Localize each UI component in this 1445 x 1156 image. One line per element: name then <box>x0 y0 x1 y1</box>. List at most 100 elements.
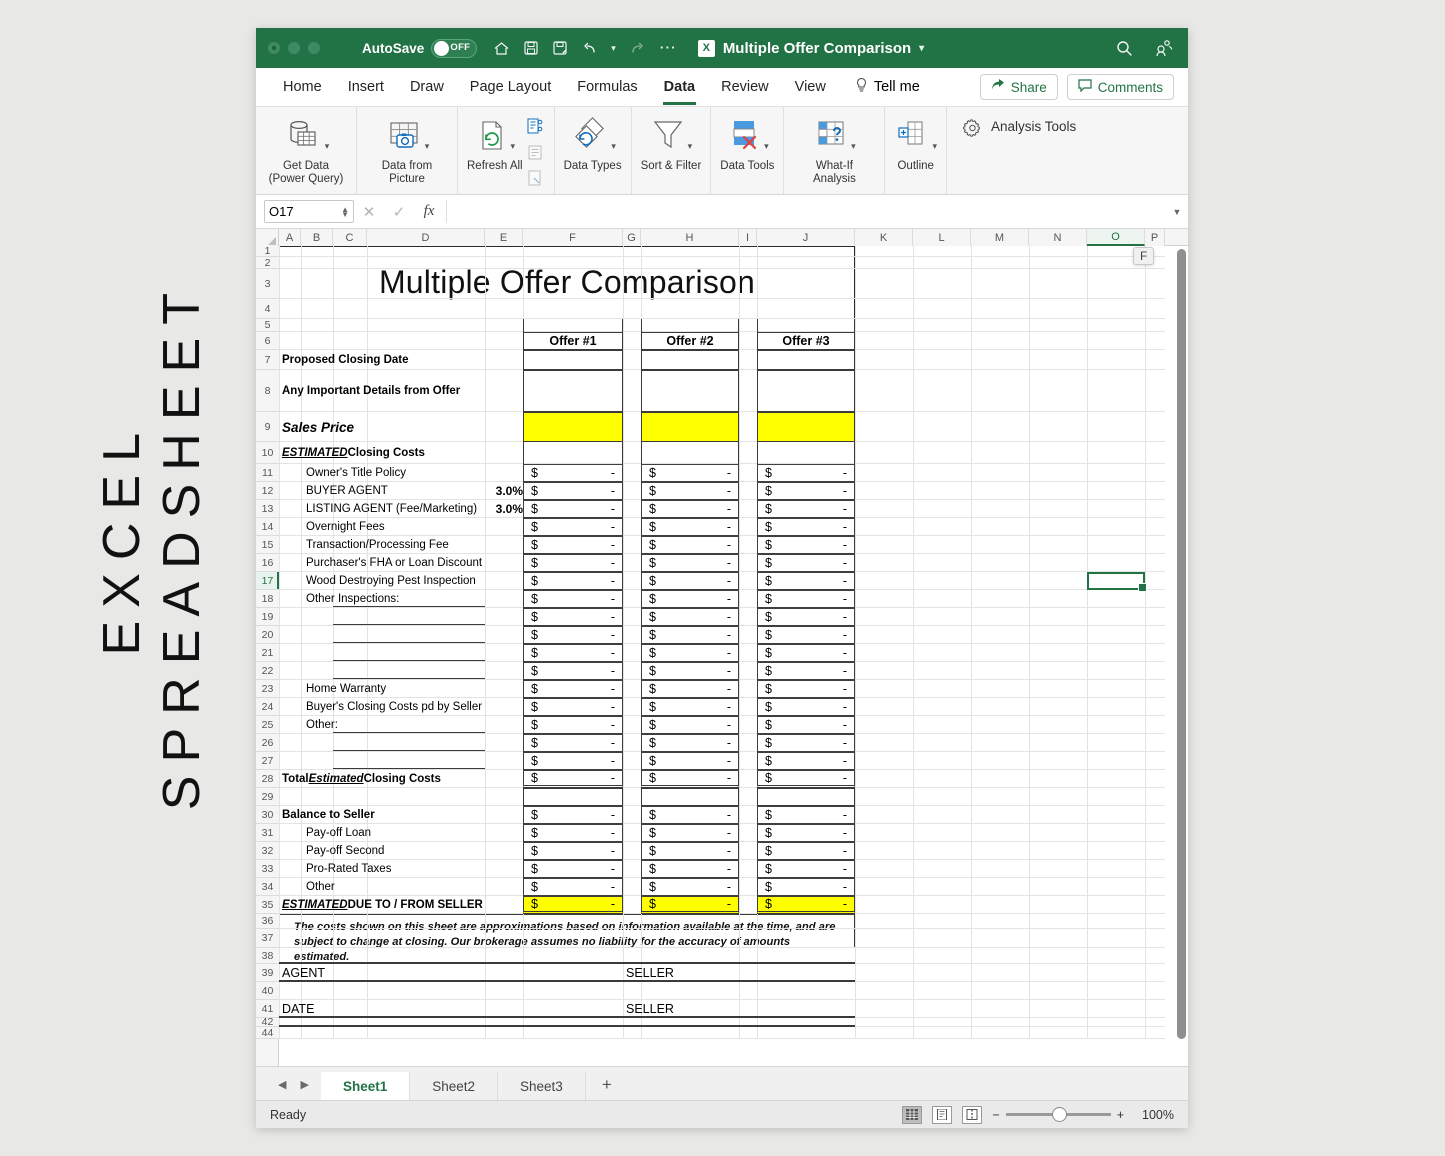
label-seller-2[interactable]: SELLER <box>623 1000 855 1018</box>
offer1-amount-row19[interactable]: $- <box>523 608 623 626</box>
offer2-amount-row13[interactable]: $- <box>641 500 739 518</box>
offer1-amount-row22[interactable]: $- <box>523 662 623 680</box>
close-button[interactable] <box>268 42 280 54</box>
offer2-amount-row20[interactable]: $- <box>641 626 739 644</box>
offer3-amount-row24[interactable]: $- <box>757 698 855 716</box>
offer2-amount-row24[interactable]: $- <box>641 698 739 716</box>
row-header-10[interactable]: 10 <box>256 442 279 464</box>
offer1-amount-row17[interactable]: $- <box>523 572 623 590</box>
offer3-amount-row18[interactable]: $- <box>757 590 855 608</box>
offer3-amount-row23[interactable]: $- <box>757 680 855 698</box>
row-header-23[interactable]: 23 <box>256 680 279 698</box>
balance-label-row34[interactable]: Other <box>301 878 485 896</box>
row-header-33[interactable]: 33 <box>256 860 279 878</box>
ribbon-group-analysis-tools[interactable]: Analysis Tools <box>947 107 1188 194</box>
zoom-slider[interactable]: − + <box>992 1108 1124 1122</box>
offer2-amount-row28[interactable]: $- <box>641 770 739 788</box>
offer1-row8-input[interactable] <box>523 370 623 412</box>
row-header-9[interactable]: 9 <box>256 412 279 442</box>
offer3-amount-row12[interactable]: $- <box>757 482 855 500</box>
row-header-22[interactable]: 22 <box>256 662 279 680</box>
offer3-sales-price-input[interactable] <box>757 412 855 442</box>
chevron-down-icon[interactable]: ▾ <box>932 141 937 152</box>
offer2-amount-row19[interactable]: $- <box>641 608 739 626</box>
window-controls[interactable] <box>268 42 320 54</box>
column-header-K[interactable]: K <box>855 229 913 246</box>
offer3-amount-row32[interactable]: $- <box>757 842 855 860</box>
column-header-O[interactable]: O <box>1087 229 1145 246</box>
row-header-31[interactable]: 31 <box>256 824 279 842</box>
home-icon[interactable] <box>493 40 510 57</box>
autosave-toggle[interactable]: OFF <box>431 39 477 58</box>
offer3-amount-row21[interactable]: $- <box>757 644 855 662</box>
maximize-button[interactable] <box>308 42 320 54</box>
offer3-amount-row27[interactable]: $- <box>757 752 855 770</box>
offer1-row29-cell[interactable] <box>523 788 623 806</box>
offer1-amount-row34[interactable]: $- <box>523 878 623 896</box>
label-total-estimated-closing-costs[interactable]: Total Estimated Closing Costs <box>279 770 485 788</box>
offer2-amount-row21[interactable]: $- <box>641 644 739 662</box>
tab-data[interactable]: Data <box>651 68 708 107</box>
offer2-amount-row25[interactable]: $- <box>641 716 739 734</box>
offer2-amount-row18[interactable]: $- <box>641 590 739 608</box>
spreadsheet-grid[interactable]: ABCDEFGHIJKLMNOP 12345678910111213141516… <box>256 229 1188 1066</box>
cost-label-row13[interactable]: LISTING AGENT (Fee/Marketing) <box>301 500 485 518</box>
column-header-N[interactable]: N <box>1029 229 1087 246</box>
sheet-tab-sheet1[interactable]: Sheet1 <box>321 1072 410 1100</box>
zoom-out-button[interactable]: − <box>992 1108 999 1122</box>
label-proposed-closing-date[interactable]: Proposed Closing Date <box>279 350 485 370</box>
row-header-18[interactable]: 18 <box>256 590 279 608</box>
vertical-scrollbar[interactable] <box>1177 249 1186 1039</box>
label-date[interactable]: DATE <box>279 1000 623 1018</box>
tab-view[interactable]: View <box>782 68 839 107</box>
offer2-sales-price-input[interactable] <box>641 412 739 442</box>
cost-label-row12[interactable]: BUYER AGENT <box>301 482 485 500</box>
offer1-amount-row32[interactable]: $- <box>523 842 623 860</box>
ribbon-group-outline[interactable]: ▾ Outline <box>885 107 947 194</box>
offer3-amount-row31[interactable]: $- <box>757 824 855 842</box>
row-header-21[interactable]: 21 <box>256 644 279 662</box>
row-header-11[interactable]: 11 <box>256 464 279 482</box>
column-header-P[interactable]: P <box>1145 229 1165 246</box>
offer1-amount-row18[interactable]: $- <box>523 590 623 608</box>
save-icon[interactable] <box>523 40 539 56</box>
offer2-amount-row22[interactable]: $- <box>641 662 739 680</box>
tab-insert[interactable]: Insert <box>335 68 397 107</box>
tab-formulas[interactable]: Formulas <box>564 68 650 107</box>
row-header-36[interactable]: 36 <box>256 914 279 929</box>
disclaimer-cell[interactable]: The costs shown on this sheet are approx… <box>279 914 855 948</box>
tell-me-search[interactable]: Tell me <box>839 77 920 97</box>
column-header-C[interactable]: C <box>333 229 367 246</box>
formula-expand-icon[interactable]: ▼ <box>1166 207 1188 217</box>
comments-button[interactable]: Comments <box>1067 74 1174 100</box>
label-estimated-closing-costs[interactable]: ESTIMATED Closing Costs <box>279 442 485 464</box>
share-user-icon[interactable] <box>1155 39 1174 57</box>
column-header-G[interactable]: G <box>623 229 641 246</box>
cost-label-row23[interactable]: Home Warranty <box>301 680 485 698</box>
offer1-sales-price-input[interactable] <box>523 412 623 442</box>
row-header-16[interactable]: 16 <box>256 554 279 572</box>
row-header-13[interactable]: 13 <box>256 500 279 518</box>
cost-label-row17[interactable]: Wood Destroying Pest Inspection <box>301 572 485 590</box>
queries-connections-icon[interactable] <box>525 117 545 141</box>
offer1-amount-row12[interactable]: $- <box>523 482 623 500</box>
offer1-amount-row27[interactable]: $- <box>523 752 623 770</box>
offer2-amount-row32[interactable]: $- <box>641 842 739 860</box>
edit-links-icon[interactable] <box>525 169 545 193</box>
row-header-12[interactable]: 12 <box>256 482 279 500</box>
column-header-I[interactable]: I <box>739 229 757 246</box>
tab-home[interactable]: Home <box>270 68 335 107</box>
row-header-34[interactable]: 34 <box>256 878 279 896</box>
sheet-tab-sheet3[interactable]: Sheet3 <box>498 1072 586 1100</box>
row-header-15[interactable]: 15 <box>256 536 279 554</box>
row-header-7[interactable]: 7 <box>256 350 279 370</box>
balance-label-row33[interactable]: Pro-Rated Taxes <box>301 860 485 878</box>
offer3-amount-row22[interactable]: $- <box>757 662 855 680</box>
label-any-important-details[interactable]: Any Important Details from Offer <box>279 370 485 412</box>
ribbon-group-data-tools[interactable]: ▾ Data Tools <box>711 107 784 194</box>
chevron-down-icon[interactable]: ▾ <box>688 141 693 152</box>
offer2-row29-cell[interactable] <box>641 788 739 806</box>
ribbon-group-data-types[interactable]: ▾ Data Types <box>555 107 632 194</box>
cost-percent-row12[interactable]: 3.0% <box>485 482 523 500</box>
row-header-5[interactable]: 5 <box>256 319 279 332</box>
